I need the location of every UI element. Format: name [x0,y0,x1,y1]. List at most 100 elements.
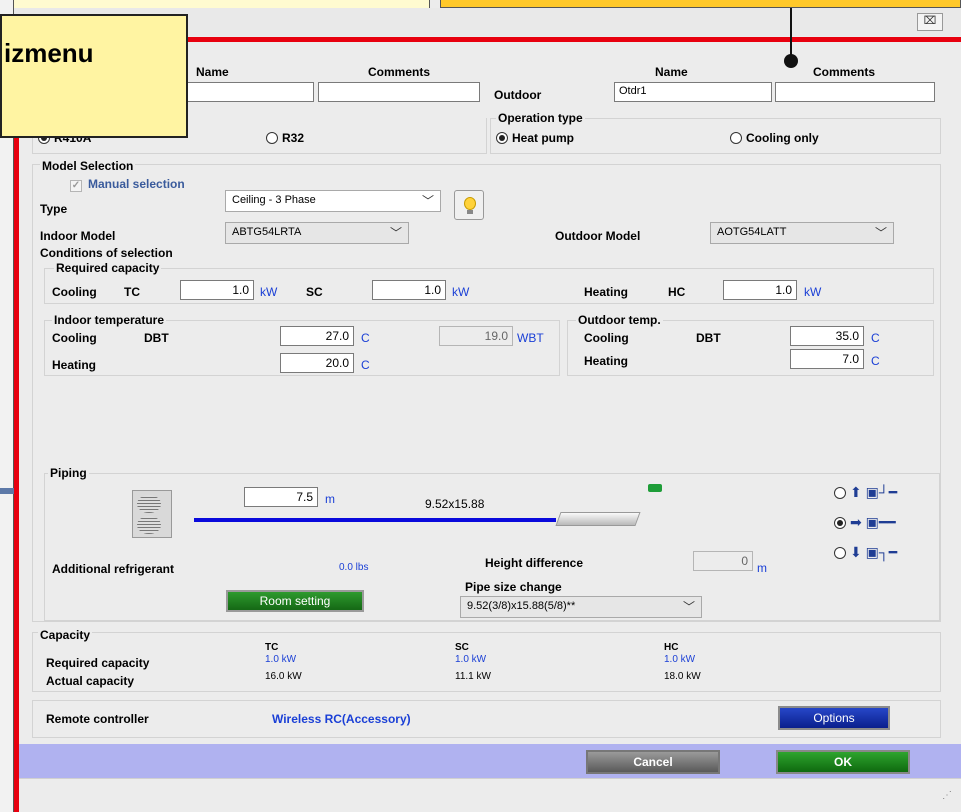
outdoor-name-field[interactable]: Otdr1 [614,82,772,102]
outdoor-heating-unit: C [871,354,880,368]
pipe-length-unit: m [325,492,335,506]
radio-layout-up[interactable] [834,487,846,499]
indoor-cooling-label: Cooling [52,331,97,345]
outdoor-label: Outdoor [494,88,542,102]
capacity-tc-header: TC [265,642,279,653]
room-setting-button[interactable]: Room setting [226,590,364,612]
refrigerant-r32[interactable]: R32 [266,131,304,145]
callout-pointer-dot [784,54,798,68]
outdoor-cooling-label: Cooling [584,331,629,345]
callout-box: izmenu [0,14,188,138]
indoor-heating-unit: C [361,358,370,372]
radio-r32[interactable] [266,132,278,144]
operation-cooling-only[interactable]: Cooling only [730,131,819,145]
indoor-comments-header: Comments [368,65,431,79]
left-strip-line [0,488,14,494]
pipe-size-change-select[interactable]: 9.52(3/8)x15.88(5/8)** ﹀ [460,596,702,618]
capacity-actual-tc: 16.0 kW [265,671,302,682]
capacity-actual-hc: 18.0 kW [664,671,701,682]
type-select[interactable]: Ceiling - 3 Phase ﹀ [225,190,441,212]
indoor-heating-input[interactable]: 20.0 [280,353,354,373]
outdoor-model-label: Outdoor Model [555,229,641,243]
close-icon[interactable]: ⌧ [917,13,943,31]
tc-label: TC [124,285,140,299]
model-title: Model Selection [40,159,136,173]
resize-grip-icon[interactable]: ⋰ [942,790,952,801]
height-difference-unit: m [757,561,767,575]
callout-text: izmenu [4,38,94,68]
indoor-model-select[interactable]: ABTG54LRTA ﹀ [225,222,409,244]
layout-option-up[interactable]: ⬆ ▣┘━ [834,484,897,501]
cooling-label: Cooling [52,285,97,299]
cooling-only-label: Cooling only [746,131,819,145]
callout-pointer-line [790,8,792,60]
radio-layout-level[interactable] [834,517,846,529]
radio-layout-down[interactable] [834,547,846,559]
height-difference-label: Height difference [485,556,584,570]
r32-label: R32 [282,131,305,145]
outdoor-model-select[interactable]: AOTG54LATT ﹀ [710,222,894,244]
fan-grille-bottom [137,516,161,534]
indoor-heating-label: Heating [52,358,97,372]
required-capacity-group [44,268,934,304]
arrow-up-icon: ⬆ ▣┘━ [850,484,898,500]
radio-cooling-only[interactable] [730,132,742,144]
indoor-dbt-label: DBT [144,331,169,345]
lightbulb-icon[interactable] [454,190,484,220]
capacity-actual-label: Actual capacity [46,674,135,688]
arrow-down-icon: ⬇ ▣┐━ [850,544,898,560]
options-button[interactable]: Options [778,706,890,730]
tc-input[interactable]: 1.0 [180,280,254,300]
operation-heat-pump[interactable]: Heat pump [496,131,574,145]
type-value: Ceiling - 3 Phase [232,194,316,206]
outdoor-comments-header: Comments [813,65,876,79]
pipe-length-input[interactable]: 7.5 [244,487,318,507]
piping-title: Piping [48,466,89,480]
indoor-cooling-input[interactable]: 27.0 [280,326,354,346]
manual-selection[interactable]: ✓ Manual selection [70,177,185,192]
radio-heat-pump[interactable] [496,132,508,144]
arrow-right-icon: ➡ ▣━━ [850,514,896,530]
lightbulb-base [467,210,473,214]
outdoor-model-value: AOTG54LATT [717,226,787,238]
pipe-size-change-value: 9.52(3/8)x15.88(5/8)** [467,600,576,612]
outdoor-cooling-input[interactable]: 35.0 [790,326,864,346]
operation-title: Operation type [496,111,585,125]
pipe-line [194,518,556,522]
lightbulb-glyph [464,197,476,210]
indoor-cooling-unit: C [361,331,370,345]
check-icon[interactable]: ✓ [70,180,82,192]
chevron-down-icon: ﹀ [874,226,887,240]
additional-refrigerant-label: Additional refrigerant [52,562,175,576]
height-difference-input: 0 [693,551,753,571]
outdoor-name-header: Name [655,65,688,79]
chevron-down-icon: ﹀ [421,194,434,208]
wbt-input: 19.0 [439,326,513,346]
capacity-sc-header: SC [455,642,469,653]
outdoor-dbt-label: DBT [696,331,721,345]
heat-pump-label: Heat pump [512,131,575,145]
layout-option-level[interactable]: ➡ ▣━━ [834,514,896,531]
indoor-unit-image [555,512,641,526]
tc-unit: kW [260,285,278,299]
indoor-comments-field[interactable] [318,82,480,102]
manual-selection-label: Manual selection [88,177,185,191]
remote-icon [648,484,662,492]
cancel-button[interactable]: Cancel [586,750,720,774]
sc-input[interactable]: 1.0 [372,280,446,300]
indoor-name-header: Name [196,65,229,79]
outdoor-unit-image [132,490,172,538]
type-label: Type [40,202,68,216]
capacity-required-tc: 1.0 kW [265,654,297,665]
chevron-down-icon: ﹀ [682,600,695,614]
outdoor-comments-field[interactable] [775,82,935,102]
sc-label: SC [306,285,323,299]
outdoor-cooling-unit: C [871,331,880,345]
hc-input[interactable]: 1.0 [723,280,797,300]
outdoor-heating-input[interactable]: 7.0 [790,349,864,369]
layout-option-down[interactable]: ⬇ ▣┐━ [834,544,897,561]
pipe-size-label: 9.52x15.88 [425,497,485,511]
capacity-actual-sc: 11.1 kW [455,671,491,682]
ok-button[interactable]: OK [776,750,910,774]
indoor-name-field[interactable] [180,82,314,102]
